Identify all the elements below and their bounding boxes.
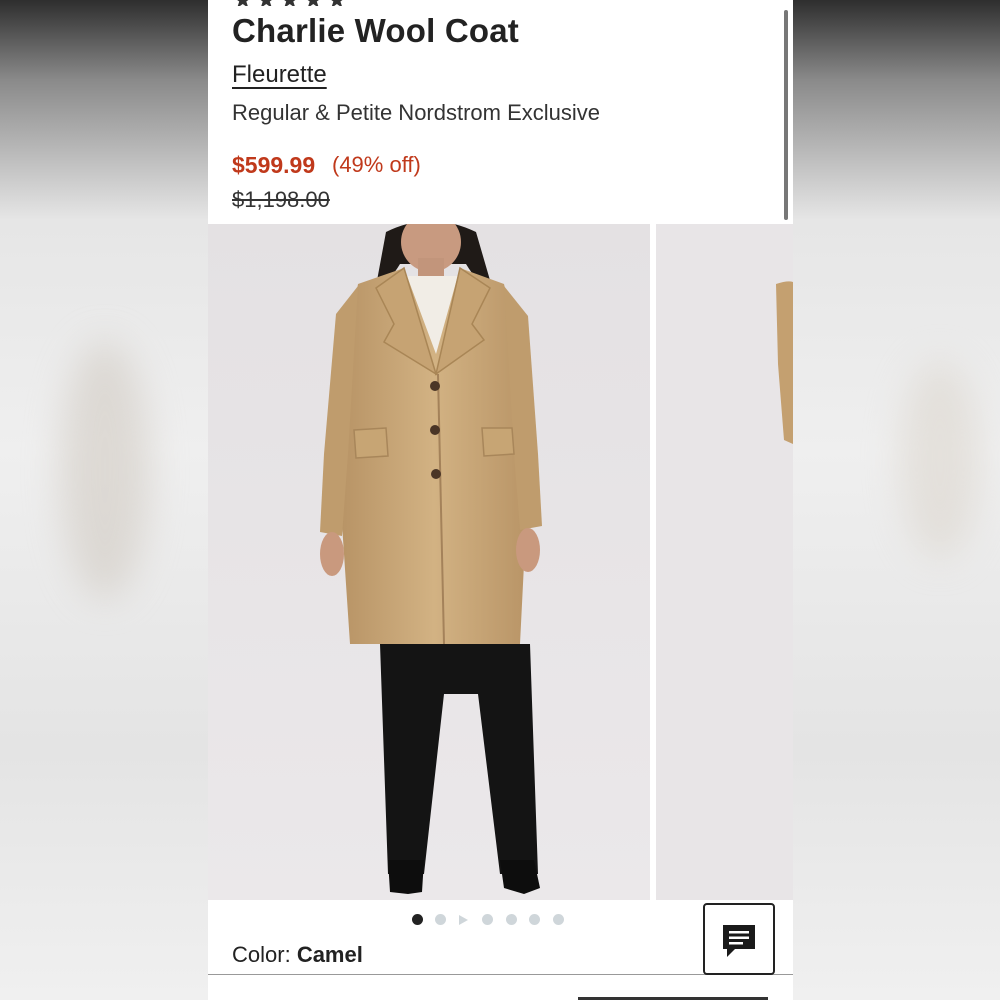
chat-icon (723, 925, 755, 957)
gallery-dot[interactable] (529, 914, 540, 925)
blurred-backdrop-left (0, 0, 208, 1000)
product-subtitle: Regular & Petite Nordstrom Exclusive (232, 100, 601, 125)
sale-price: $599.99 (232, 152, 316, 178)
product-image-gallery[interactable] (208, 224, 793, 900)
model-side-image (656, 224, 793, 900)
gallery-dot[interactable] (482, 914, 493, 925)
star-rating-icon[interactable]: ★★★★★ (232, 0, 350, 6)
brand-link[interactable]: Fleurette (232, 61, 327, 89)
color-label: Color: (232, 942, 291, 967)
gallery-dot[interactable] (412, 914, 423, 925)
product-image-main[interactable] (208, 224, 650, 900)
chat-button[interactable] (703, 903, 775, 975)
color-value: Camel (296, 942, 363, 967)
product-page: ★★★★★ Charlie Wool Coat Fleurette Regula… (208, 0, 793, 1000)
gallery-dot[interactable] (435, 914, 446, 925)
scrollbar[interactable] (784, 10, 788, 220)
product-image-next[interactable] (656, 224, 793, 900)
discount-percent: (49% off) (332, 152, 421, 177)
product-title: Charlie Wool Coat (232, 12, 519, 49)
original-price: $1,198.00 (232, 187, 330, 212)
color-selection: Color: Camel (232, 942, 363, 968)
model-in-coat-image (208, 224, 650, 900)
gallery-dot[interactable] (506, 914, 517, 925)
blurred-backdrop-right (792, 0, 1000, 1000)
gallery-dot[interactable] (553, 914, 564, 925)
video-play-icon[interactable] (459, 915, 468, 925)
